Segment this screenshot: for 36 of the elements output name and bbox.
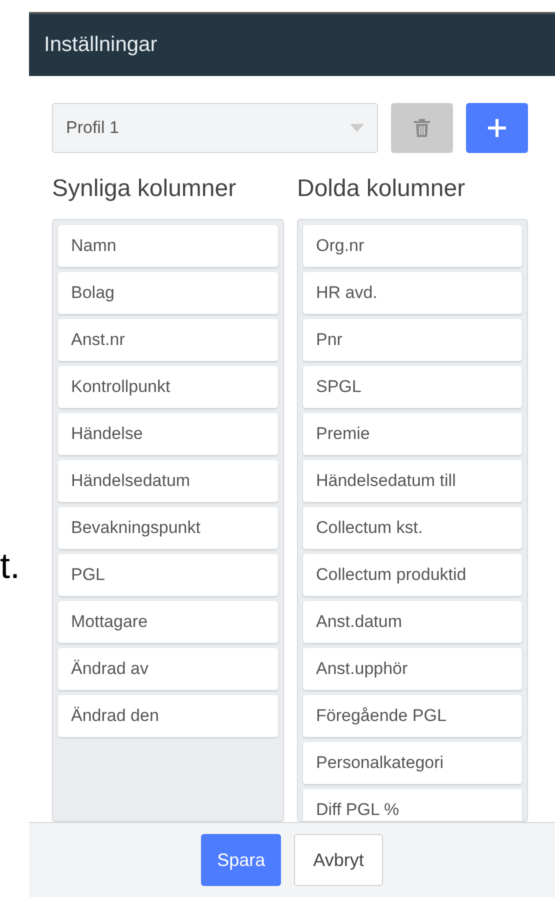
caret-icon — [350, 124, 364, 132]
cancel-button[interactable]: Avbryt — [294, 834, 383, 886]
column-item[interactable]: Pnr — [303, 319, 522, 361]
background-text: t. — [0, 545, 20, 586]
save-button[interactable]: Spara — [201, 834, 282, 886]
profile-select[interactable]: Profil 1 — [52, 103, 378, 153]
column-item[interactable]: Ändrad av — [58, 648, 278, 690]
column-item[interactable]: Anst.upphör — [303, 648, 522, 690]
delete-button[interactable] — [391, 103, 453, 153]
column-item[interactable]: Kontrollpunkt — [58, 366, 278, 408]
column-item[interactable]: Org.nr — [303, 225, 522, 267]
column-item[interactable]: Diff PGL % — [303, 789, 522, 821]
column-item[interactable]: HR avd. — [303, 272, 522, 314]
hidden-columns-heading: Dolda kolumner — [297, 174, 466, 204]
trash-icon — [414, 119, 430, 137]
column-item[interactable]: Collectum kst. — [303, 507, 522, 549]
column-item[interactable]: Premie — [303, 413, 522, 455]
column-item[interactable]: Ändrad den — [58, 695, 278, 737]
column-item[interactable]: Händelsedatum till — [303, 460, 522, 502]
column-item[interactable]: Anst.datum — [303, 601, 522, 643]
column-item[interactable]: Anst.nr — [58, 319, 278, 361]
column-item[interactable]: Namn — [58, 225, 278, 267]
visible-columns-heading: Synliga kolumner — [52, 174, 238, 204]
column-item[interactable]: Collectum produktid — [303, 554, 522, 596]
column-item[interactable]: Händelse — [58, 413, 278, 455]
column-item[interactable]: Händelsedatum — [58, 460, 278, 502]
column-item[interactable]: Personalkategori — [303, 742, 522, 784]
column-item[interactable]: Mottagare — [58, 601, 278, 643]
add-button[interactable] — [466, 103, 528, 153]
column-item[interactable]: Föregående PGL — [303, 695, 522, 737]
column-item[interactable]: SPGL — [303, 366, 522, 408]
dialog-title: Inställningar — [44, 32, 158, 58]
column-item[interactable]: PGL — [58, 554, 278, 596]
plus-icon — [488, 119, 506, 137]
column-item[interactable]: Bevakningspunkt — [58, 507, 278, 549]
column-item[interactable]: Bolag — [58, 272, 278, 314]
